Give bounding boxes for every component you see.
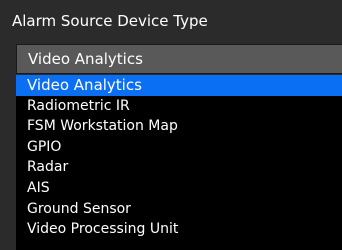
select-current-value: Video Analytics (28, 50, 143, 68)
option-video-analytics[interactable]: Video Analytics (16, 75, 342, 96)
option-video-processing-unit[interactable]: Video Processing Unit (16, 219, 342, 240)
option-radar[interactable]: Radar (16, 157, 342, 178)
option-fsm-workstation-map[interactable]: FSM Workstation Map (16, 116, 342, 137)
option-gpio[interactable]: GPIO (16, 137, 342, 158)
option-ais[interactable]: AIS (16, 178, 342, 199)
option-ground-sensor[interactable]: Ground Sensor (16, 199, 342, 220)
alarm-source-device-type-panel: Alarm Source Device Type Video Analytics… (0, 0, 342, 250)
device-type-dropdown-list: Video Analytics Radiometric IR FSM Works… (16, 75, 342, 250)
option-radiometric-ir[interactable]: Radiometric IR (16, 96, 342, 117)
device-type-select[interactable]: Video Analytics (16, 44, 342, 74)
field-label: Alarm Source Device Type (12, 12, 208, 30)
